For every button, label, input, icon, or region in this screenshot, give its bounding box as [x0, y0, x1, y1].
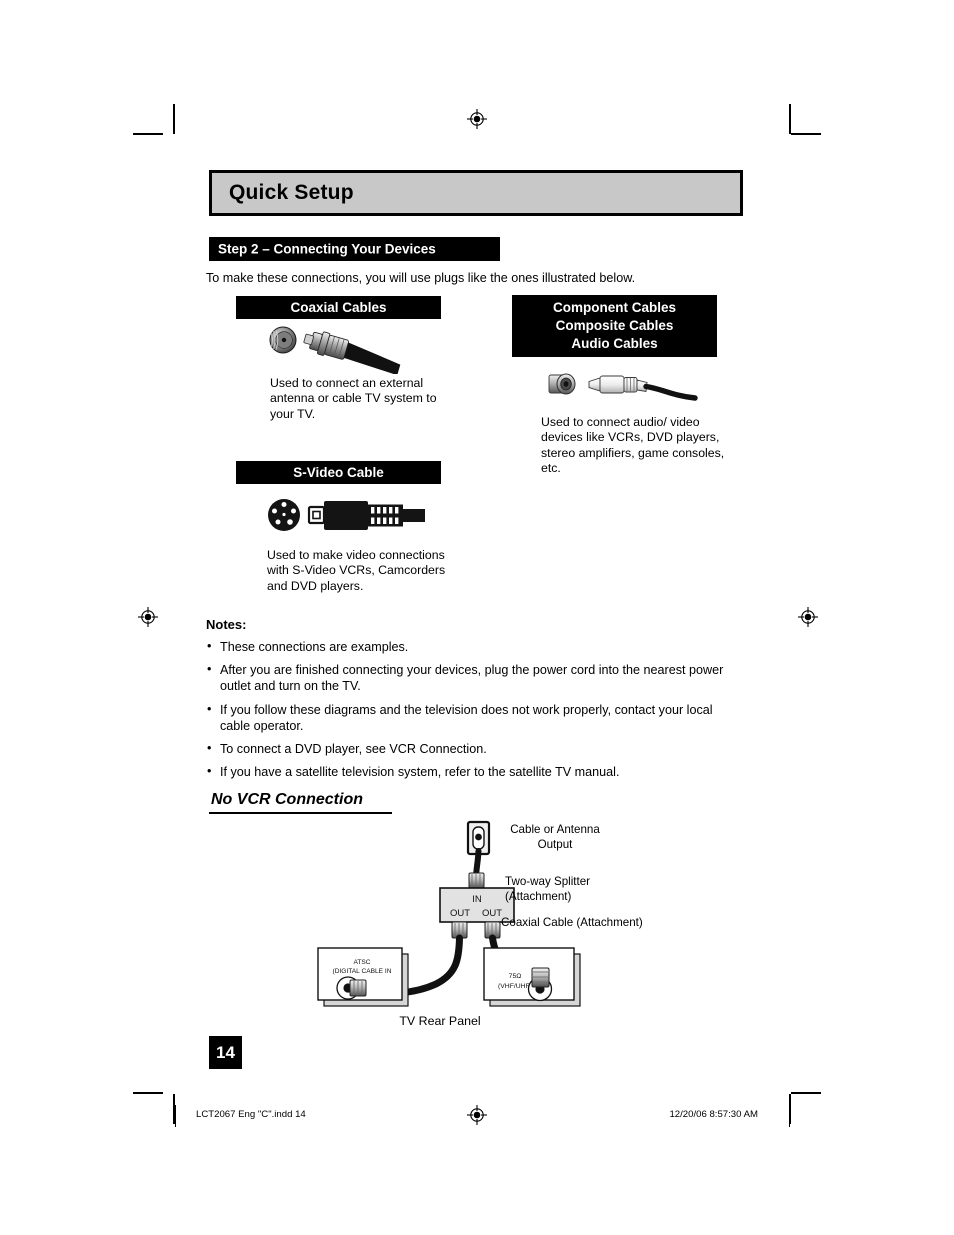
label-splitter-line-2: (Attachment) [505, 889, 572, 903]
splitter-out-left-label: OUT [450, 908, 470, 919]
note-text: These connections are examples. [220, 640, 409, 654]
splitter-in-label: IN [472, 894, 482, 905]
label-cable-or-antenna-line-2: Output [537, 837, 573, 851]
note-item: • These connections are examples. [206, 639, 746, 655]
splitter-input-connector [468, 872, 485, 889]
note-text: To connect a DVD player, see VCR Connect… [220, 742, 487, 757]
svideo-cable-caption: S-Video Cable [236, 461, 441, 484]
f-connector-plug-icon [303, 331, 401, 376]
crop-mark-bottom-left-h [133, 1092, 163, 1094]
crop-mark-top-right-v [789, 104, 791, 134]
crop-mark-top-left-h [133, 133, 163, 135]
rca-cables-description: Used to connect audio/ video devices lik… [541, 415, 725, 476]
note-bullet: • [207, 701, 212, 716]
rca-plug-icon [588, 375, 698, 401]
coaxial-cables-caption: Coaxial Cables [236, 296, 441, 319]
coaxial-cables-caption-label: Coaxial Cables [290, 300, 387, 315]
splitter-out-right-label: OUT [482, 908, 502, 919]
registration-target-left [137, 606, 159, 628]
print-footer: LCT2067 Eng "C".indd 14 12/20/06 8:57:30… [0, 1105, 954, 1129]
note-bullet: • [207, 741, 212, 756]
rca-jack-icon [548, 373, 576, 395]
note-item: • If you have a satellite television sys… [206, 764, 746, 780]
svideo-cable-illustration [263, 492, 428, 540]
coaxial-cable-illustration [263, 322, 413, 376]
rca-cable-illustration [543, 365, 698, 415]
note-bullet: • [207, 662, 212, 677]
coaxial-cables-description: Used to connect an external antenna or c… [270, 376, 437, 421]
diagram-title: No VCR Connection [211, 791, 363, 808]
note-bullet: • [207, 764, 212, 779]
antenna-label-line-2: (VHF/UHF) [498, 983, 532, 990]
notes-list: • These connections are examples. • Afte… [206, 639, 746, 787]
rca-caption-line-1: Component Cables [552, 300, 676, 315]
crop-mark-top-left-v [173, 104, 175, 134]
page-number: 14 [209, 1036, 242, 1069]
crop-mark-top-right-h [791, 133, 821, 135]
crop-mark-bottom-right-h [791, 1092, 821, 1094]
svideo-cable-description: Used to make video connections with S-Vi… [267, 548, 446, 593]
coax-jack-icon [269, 326, 297, 354]
atsc-label-line-1: ATSC [353, 959, 370, 966]
antenna-label-line-1: 75Ω [509, 973, 522, 980]
manual-page: Quick Setup Step 2 – Connecting Your Dev… [0, 0, 954, 1235]
label-cable-or-antenna-output: Cable or Antenna Output [495, 823, 615, 852]
svideo-plug-icon [307, 501, 425, 530]
registration-target-right [797, 606, 819, 628]
note-text: If you have a satellite television syste… [220, 765, 620, 780]
label-cable-or-antenna-line-1: Cable or Antenna [510, 823, 600, 836]
rca-cables-caption: Component Cables Composite Cables Audio … [512, 295, 717, 357]
rca-caption-line-2: Composite Cables [555, 318, 674, 333]
label-tv-rear-panel: TV Rear Panel [399, 1014, 481, 1028]
footer-rule-right [789, 1105, 790, 1127]
notes-title: Notes: [206, 617, 247, 632]
label-two-way-splitter: Two-way Splitter (Attachment) [505, 875, 635, 904]
note-item: • To connect a DVD player, see VCR Conne… [206, 741, 746, 757]
note-text: After you are finished connecting your d… [220, 663, 724, 694]
section-step-label: Step 2 – Connecting Your Devices [218, 241, 436, 257]
label-splitter-line-1: Two-way Splitter [505, 875, 591, 888]
note-text: If you follow these diagrams and the tel… [220, 702, 713, 733]
tv-rear-panel-atsc: ATSC (DIGITAL CABLE IN [317, 947, 409, 1007]
page-title: Quick Setup [229, 181, 354, 204]
svideo-4pin-din-jack-icon [268, 499, 300, 531]
registration-target-top [466, 108, 488, 130]
atsc-connected-plug [349, 979, 367, 997]
intro-text: To make these connections, you will use … [206, 271, 636, 285]
svideo-cable-caption-label: S-Video Cable [293, 465, 384, 480]
footer-filename: LCT2067 Eng "C".indd 14 [196, 1109, 306, 1120]
note-bullet: • [207, 639, 212, 653]
antenna-connected-plug [531, 967, 550, 988]
atsc-label-line-2: (DIGITAL CABLE IN [333, 968, 392, 975]
note-item: • After you are finished connecting your… [206, 662, 746, 694]
label-coaxial-cable-attachment: Coaxial Cable (Attachment) [501, 916, 643, 929]
note-item: • If you follow these diagrams and the t… [206, 702, 746, 734]
footer-timestamp: 12/20/06 8:57:30 AM [669, 1109, 758, 1120]
rca-caption-line-3: Audio Cables [571, 336, 658, 351]
footer-rule-left [175, 1105, 176, 1127]
tv-rear-panel-antenna: 75Ω (VHF/UHF) [483, 947, 581, 1007]
diagram-title-rule [209, 812, 392, 814]
page-title-banner: Quick Setup [209, 170, 743, 216]
section-step-bar: Step 2 – Connecting Your Devices [209, 237, 500, 261]
